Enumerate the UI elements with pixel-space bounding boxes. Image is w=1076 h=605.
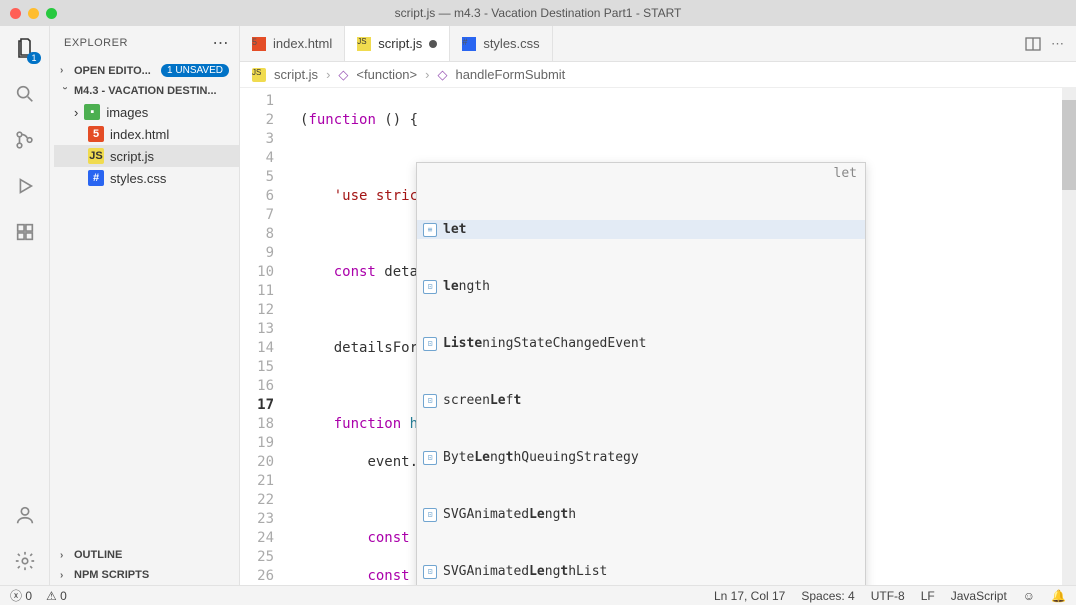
more-actions-icon[interactable]: ⋯ bbox=[1051, 36, 1064, 52]
language-mode[interactable]: JavaScript bbox=[951, 589, 1007, 603]
run-debug-icon[interactable] bbox=[11, 172, 39, 200]
intellisense-popup[interactable]: let ≡let ⊡length ⊡ListeningStateChangedE… bbox=[416, 162, 866, 585]
window-title: script.js — m4.3 - Vacation Destination … bbox=[0, 6, 1076, 20]
dirty-indicator-icon bbox=[429, 40, 437, 48]
sidebar-title: EXPLORER bbox=[64, 37, 128, 49]
status-bar: ⓧ 0 ⚠ 0 Ln 17, Col 17 Spaces: 4 UTF-8 LF… bbox=[0, 585, 1076, 605]
suggest-item[interactable]: ⊡SVGAnimatedLength bbox=[417, 505, 865, 524]
notifications-icon[interactable]: 🔔 bbox=[1051, 589, 1066, 603]
chevron-right-icon: › bbox=[60, 570, 70, 581]
explorer-badge: 1 bbox=[27, 52, 40, 64]
tree-file-styles[interactable]: # styles.css bbox=[54, 167, 239, 189]
tree-item-label: images bbox=[106, 105, 148, 120]
warnings-indicator[interactable]: ⚠ 0 bbox=[46, 589, 67, 603]
feedback-icon[interactable]: ☺ bbox=[1023, 589, 1035, 603]
npm-scripts-label: NPM SCRIPTS bbox=[74, 569, 149, 581]
sidebar-more-icon[interactable]: ⋯ bbox=[213, 33, 230, 53]
symbol-icon: ⊡ bbox=[423, 337, 437, 351]
errors-indicator[interactable]: ⓧ 0 bbox=[10, 587, 32, 604]
breadcrumb-symbol-icon: ◇ bbox=[437, 67, 447, 83]
suggest-item[interactable]: ⊡length bbox=[417, 277, 865, 296]
keyword-icon: ≡ bbox=[423, 223, 437, 237]
chevron-right-icon: › bbox=[60, 550, 70, 561]
extensions-icon[interactable] bbox=[11, 218, 39, 246]
tab-label: script.js bbox=[378, 36, 422, 51]
cursor-position[interactable]: Ln 17, Col 17 bbox=[714, 589, 785, 603]
titlebar: script.js — m4.3 - Vacation Destination … bbox=[0, 0, 1076, 26]
chevron-down-icon: › bbox=[60, 86, 71, 96]
minimap[interactable] bbox=[1062, 88, 1076, 585]
suggest-item[interactable]: ⊡screenLeft bbox=[417, 391, 865, 410]
settings-gear-icon[interactable] bbox=[11, 547, 39, 575]
chevron-right-icon: › bbox=[60, 65, 70, 76]
open-editors-section[interactable]: › OPEN EDITO... 1 UNSAVED bbox=[50, 60, 239, 81]
breadcrumb-scope[interactable]: handleFormSubmit bbox=[455, 67, 565, 82]
tree-item-label: index.html bbox=[110, 127, 169, 142]
npm-scripts-section[interactable]: › NPM SCRIPTS bbox=[50, 565, 239, 585]
indent-setting[interactable]: Spaces: 4 bbox=[801, 589, 854, 603]
symbol-icon: ⊡ bbox=[423, 451, 437, 465]
folder-label: M4.3 - VACATION DESTIN... bbox=[74, 85, 217, 97]
tab-styles-css[interactable]: # styles.css bbox=[450, 26, 552, 61]
html-file-icon: 5 bbox=[252, 37, 266, 51]
tree-item-label: script.js bbox=[110, 149, 154, 164]
breadcrumb-scope[interactable]: <function> bbox=[356, 67, 417, 82]
suggest-hint: let bbox=[834, 164, 857, 183]
symbol-icon: ⊡ bbox=[423, 508, 437, 522]
css-file-icon: # bbox=[88, 170, 104, 186]
tree-file-index[interactable]: 5 index.html bbox=[54, 123, 239, 145]
open-editors-label: OPEN EDITO... bbox=[74, 65, 151, 77]
split-editor-icon[interactable] bbox=[1025, 36, 1041, 52]
search-icon[interactable] bbox=[11, 80, 39, 108]
symbol-icon: ⊡ bbox=[423, 394, 437, 408]
account-icon[interactable] bbox=[11, 501, 39, 529]
code-editor[interactable]: 1234567891011121314151617181920212223242… bbox=[240, 88, 1076, 585]
js-file-icon: JS bbox=[88, 148, 104, 164]
tree-folder-images[interactable]: › ▪ images bbox=[54, 101, 239, 123]
activity-bar: 1 bbox=[0, 26, 50, 585]
tab-script-js[interactable]: JS script.js bbox=[345, 26, 450, 61]
suggest-item[interactable]: ⊡SVGAnimatedLengthList bbox=[417, 562, 865, 581]
breadcrumb[interactable]: JS script.js › ◇ <function> › ◇ handleFo… bbox=[240, 62, 1076, 88]
tab-label: styles.css bbox=[483, 36, 539, 51]
explorer-icon[interactable]: 1 bbox=[11, 34, 39, 62]
tree-item-label: styles.css bbox=[110, 171, 166, 186]
outline-label: OUTLINE bbox=[74, 549, 122, 561]
css-file-icon: # bbox=[462, 37, 476, 51]
file-tree: › ▪ images 5 index.html JS script.js # s… bbox=[50, 101, 239, 189]
sidebar-header: EXPLORER ⋯ bbox=[50, 26, 239, 60]
folder-icon: ▪ bbox=[84, 104, 100, 120]
js-file-icon: JS bbox=[252, 68, 266, 82]
breadcrumb-symbol-icon: ◇ bbox=[338, 67, 348, 83]
js-file-icon: JS bbox=[357, 37, 371, 51]
chevron-right-icon: › bbox=[326, 67, 330, 82]
eol[interactable]: LF bbox=[921, 589, 935, 603]
tree-file-script[interactable]: JS script.js bbox=[54, 145, 239, 167]
source-control-icon[interactable] bbox=[11, 126, 39, 154]
encoding[interactable]: UTF-8 bbox=[871, 589, 905, 603]
outline-section[interactable]: › OUTLINE bbox=[50, 545, 239, 565]
symbol-icon: ⊡ bbox=[423, 565, 437, 579]
suggest-item[interactable]: ⊡ByteLengthQueuingStrategy bbox=[417, 448, 865, 467]
editor-group: 5 index.html JS script.js # styles.css ⋯… bbox=[240, 26, 1076, 585]
tab-label: index.html bbox=[273, 36, 332, 51]
code-content[interactable]: (function () { 'use strict'; const detai… bbox=[288, 88, 1076, 585]
tab-bar: 5 index.html JS script.js # styles.css ⋯ bbox=[240, 26, 1076, 62]
unsaved-badge: 1 UNSAVED bbox=[161, 64, 229, 77]
symbol-icon: ⊡ bbox=[423, 280, 437, 294]
suggest-item[interactable]: ≡let bbox=[417, 220, 865, 239]
breadcrumb-file[interactable]: script.js bbox=[274, 67, 318, 82]
line-gutter: 1234567891011121314151617181920212223242… bbox=[240, 88, 288, 585]
minimap-thumb[interactable] bbox=[1062, 100, 1076, 190]
html-file-icon: 5 bbox=[88, 126, 104, 142]
suggest-item[interactable]: ⊡ListeningStateChangedEvent bbox=[417, 334, 865, 353]
sidebar: EXPLORER ⋯ › OPEN EDITO... 1 UNSAVED › M… bbox=[50, 26, 240, 585]
chevron-right-icon: › bbox=[74, 105, 78, 120]
folder-section[interactable]: › M4.3 - VACATION DESTIN... bbox=[50, 81, 239, 101]
chevron-right-icon: › bbox=[425, 67, 429, 82]
tab-index-html[interactable]: 5 index.html bbox=[240, 26, 345, 61]
